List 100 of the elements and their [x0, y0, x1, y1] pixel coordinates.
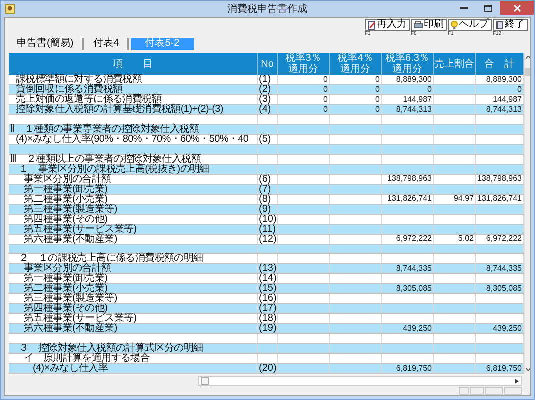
- table-cell: 5.02: [458, 235, 474, 244]
- table-cell: 控除対象仕入税額の計算基礎消費税額(1)+(2)-(3): [16, 105, 224, 114]
- table-cell: (15): [259, 284, 277, 294]
- table-cell: (12): [259, 234, 277, 244]
- table-cell: (1): [259, 75, 272, 84]
- table-cell: (9): [259, 204, 272, 214]
- table-cell: (5): [259, 134, 272, 144]
- table-cell: 0: [376, 106, 380, 114]
- scroll-up-icon: [526, 56, 530, 59]
- vertical-scrollbar[interactable]: [524, 53, 530, 374]
- table-cell: 0: [518, 86, 522, 94]
- table-cell: 131,826,741: [478, 195, 522, 204]
- table-cell: 第三種事業(製造業等): [24, 294, 118, 304]
- table-cell: 8,744,335: [396, 264, 432, 273]
- table-cell: 138,798,963: [388, 175, 432, 184]
- column-header: 税率6.3％適用分: [385, 53, 430, 76]
- minimize-icon: [460, 7, 468, 9]
- pencil-icon: [368, 20, 376, 30]
- table-cell: 0: [324, 96, 328, 104]
- table-cell: 8,744,313: [396, 106, 432, 114]
- close-button[interactable]: [500, 1, 534, 15]
- table-cell: 第五種事業(サービス業等): [24, 314, 137, 324]
- scroll-down-icon: [526, 368, 530, 371]
- table-cell: ３ 控除対象仕入税額の計算式区分の明細: [19, 344, 204, 354]
- table-cell: 6,972,222: [396, 235, 432, 244]
- horizontal-scrollbar[interactable]: [198, 376, 522, 386]
- table-cell: 8,305,085: [396, 284, 432, 293]
- table-cell: 0: [376, 76, 380, 84]
- table-cell: 439,250: [403, 324, 432, 333]
- table-cell: (18): [259, 314, 277, 324]
- table-cell: (11): [259, 224, 276, 234]
- table-cell: (13): [259, 264, 277, 274]
- app-icon: [5, 4, 15, 14]
- table-cell: 第一種事業(卸売業): [24, 274, 108, 284]
- table-cell: 事業区分別の合計額: [24, 264, 112, 274]
- table-cell: 8,889,300: [396, 76, 432, 84]
- tab[interactable]: 申告書(簡易): [9, 38, 84, 50]
- table-cell: (7): [259, 184, 272, 194]
- scrollbar-thumb[interactable]: [201, 377, 209, 385]
- table-cell: 第四種事業(その他): [24, 214, 108, 224]
- table-cell: Ⅱ １種類の事業専業者の控除対象仕入税額: [10, 124, 200, 134]
- table-cell: 6,819,750: [486, 364, 522, 373]
- door-icon: [496, 20, 504, 30]
- table-cell: 8,889,300: [486, 76, 522, 84]
- scrollbar-thumb[interactable]: [525, 68, 530, 76]
- column-header: 売上割合: [434, 58, 474, 70]
- table-cell: (6): [259, 174, 272, 184]
- table-cell: 0: [324, 76, 328, 84]
- table-cell: 138,798,963: [478, 175, 522, 184]
- table-cell: 6,819,750: [396, 364, 432, 373]
- table-cell: 0: [428, 86, 432, 94]
- table-cell: 第五種事業(サービス業等): [24, 224, 137, 234]
- table-cell: イ 原則計算を適用する場合: [24, 354, 150, 364]
- table-cell: (2): [259, 85, 272, 94]
- table-cell: 8,305,085: [486, 284, 522, 293]
- table-cell: 第二種事業(小売業): [24, 194, 108, 204]
- table-cell: (4)×みなし仕入率: [33, 364, 108, 374]
- table-cell: 第一種事業(卸売業): [24, 184, 108, 194]
- table-cell: 0: [324, 106, 328, 114]
- column-header: 税率3％適用分: [284, 53, 322, 76]
- table-cell: (17): [259, 304, 277, 314]
- table-cell: 貸倒回収に係る消費税額: [16, 85, 123, 94]
- table-cell: 第四種事業(その他): [24, 304, 108, 314]
- table-cell: (14): [259, 274, 277, 284]
- column-header: 税率4％適用分: [336, 53, 374, 76]
- table-cell: 0: [324, 86, 328, 94]
- table-cell: 事業区分別の合計額: [24, 174, 112, 184]
- table-cell: 0: [376, 96, 380, 104]
- table-cell: Ⅲ ２種類以上の事業者の控除対象仕入税額: [10, 154, 202, 164]
- scroll-right-icon: [515, 378, 519, 384]
- lightbulb-icon: [451, 20, 458, 30]
- table-cell: 第二種事業(小売業): [24, 284, 108, 294]
- column-header: 項 目: [113, 58, 153, 70]
- table-cell: 94.97: [454, 195, 474, 204]
- table-cell: 144,987: [403, 96, 432, 104]
- close-icon: [514, 4, 520, 12]
- table-cell: 第三種事業(製造業等): [24, 204, 118, 214]
- tab[interactable]: 付表4: [86, 38, 130, 50]
- table-cell: 8,744,335: [486, 264, 522, 273]
- toolbar-button[interactable]: 印刷: [411, 19, 447, 31]
- maximize-icon: [484, 4, 492, 12]
- table-cell: (4)×みなし仕入率(90%・80%・70%・60%・50%・40: [16, 134, 249, 144]
- toolbar-button[interactable]: 終了: [493, 19, 528, 31]
- toolbar-button[interactable]: 再入力: [365, 19, 410, 31]
- table-cell: 第六種事業(不動産業): [24, 234, 118, 244]
- table-cell: 課税標準額に対する消費税額: [16, 75, 142, 84]
- table-cell: (3): [259, 95, 272, 104]
- table-cell: 売上対価の返還等に係る消費税額: [16, 95, 162, 104]
- printer-icon: [414, 21, 423, 29]
- table-cell: 6,972,222: [486, 235, 522, 244]
- table-cell: (4): [259, 105, 272, 114]
- table-cell: (8): [259, 194, 272, 204]
- table-cell: (19): [259, 324, 277, 334]
- table-cell: (20): [259, 364, 277, 374]
- table-cell: 131,826,741: [388, 195, 432, 204]
- table-cell: 439,250: [493, 324, 522, 333]
- toolbar-button[interactable]: ヘルプ: [448, 19, 492, 31]
- table-cell: 8,744,313: [486, 106, 522, 114]
- table-cell: 144,987: [493, 96, 522, 104]
- column-header: No: [261, 58, 274, 70]
